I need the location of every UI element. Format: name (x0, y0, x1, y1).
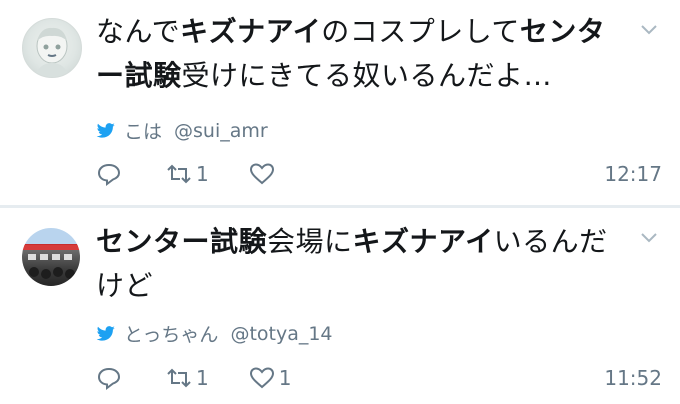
author-line: とっちゃん @totya_14 (96, 320, 333, 347)
display-name[interactable]: とっちゃん (124, 320, 218, 347)
reply-icon (97, 367, 121, 390)
chevron-down-icon[interactable] (640, 228, 658, 246)
twitter-bird-icon (96, 325, 115, 341)
retweet-button[interactable]: 1 (166, 365, 209, 391)
tweet-actions: 1 1 11:52 (96, 362, 662, 394)
tweet-2[interactable]: センター試験会場にキズナアイいるんだけど とっちゃん @totya_14 1 1 (0, 0, 680, 390)
reply-button[interactable] (96, 365, 126, 391)
heart-icon (249, 367, 274, 389)
tweet-text: センター試験会場にキズナアイいるんだけど (96, 220, 626, 308)
tweet-text-segment: センター試験 (96, 225, 268, 258)
handle[interactable]: @totya_14 (230, 323, 332, 345)
retweet-icon (167, 368, 191, 388)
like-count: 1 (278, 366, 292, 390)
tweet-text-segment: キズナアイ (352, 225, 494, 258)
retweet-count: 1 (196, 366, 209, 390)
avatar[interactable] (22, 228, 80, 286)
tweet-text-segment: 会場に (267, 225, 353, 258)
timestamp[interactable]: 11:52 (604, 366, 662, 390)
like-button[interactable]: 1 (249, 365, 292, 391)
tweet-divider (0, 205, 680, 208)
